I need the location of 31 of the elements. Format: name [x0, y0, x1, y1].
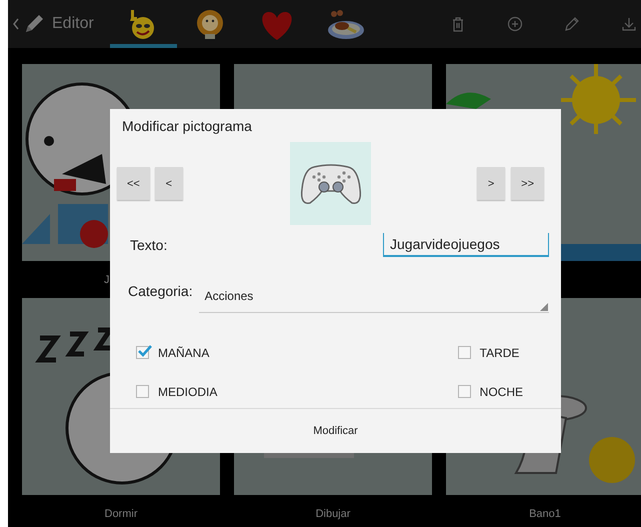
- pencil-icon: [23, 13, 45, 35]
- nav-button[interactable]: >>: [511, 167, 544, 200]
- download-icon[interactable]: [621, 16, 637, 32]
- nav-button[interactable]: <<: [117, 167, 150, 200]
- trash-icon[interactable]: [450, 16, 466, 32]
- back-icon: [12, 17, 20, 31]
- text-field[interactable]: Jugarvideojuegos: [383, 233, 549, 257]
- checkbox-label: MAÑANA: [158, 346, 210, 360]
- dropdown-corner-icon: [540, 303, 548, 311]
- checkbox-label: NOCHE: [480, 384, 523, 398]
- tile-label: Dibujar: [316, 508, 350, 520]
- pencil-icon[interactable]: [564, 16, 580, 32]
- nav-button[interactable]: <: [154, 167, 183, 200]
- back-button[interactable]: Editor: [8, 0, 100, 48]
- tile-label: J: [104, 274, 110, 286]
- add-icon[interactable]: [507, 16, 523, 32]
- app-title: Editor: [52, 15, 94, 33]
- checkbox-label: MEDIODIA: [158, 384, 218, 398]
- checkbox[interactable]: [458, 346, 471, 359]
- tile-label: Dormir: [104, 508, 138, 520]
- checkbox-label: TARDE: [480, 346, 520, 360]
- tile-label: Bano1: [529, 508, 561, 520]
- dialog-title: Modificar pictograma: [121, 116, 252, 136]
- checkbox[interactable]: [458, 385, 471, 398]
- checkbox[interactable]: [136, 385, 149, 398]
- category-dropdown[interactable]: Acciones: [198, 283, 549, 313]
- checkbox[interactable]: [136, 346, 149, 359]
- nav-button[interactable]: >: [477, 167, 506, 200]
- field-label: Texto:: [130, 237, 168, 253]
- checkmark-icon: [137, 344, 153, 358]
- field-label: Categoria:: [128, 283, 193, 299]
